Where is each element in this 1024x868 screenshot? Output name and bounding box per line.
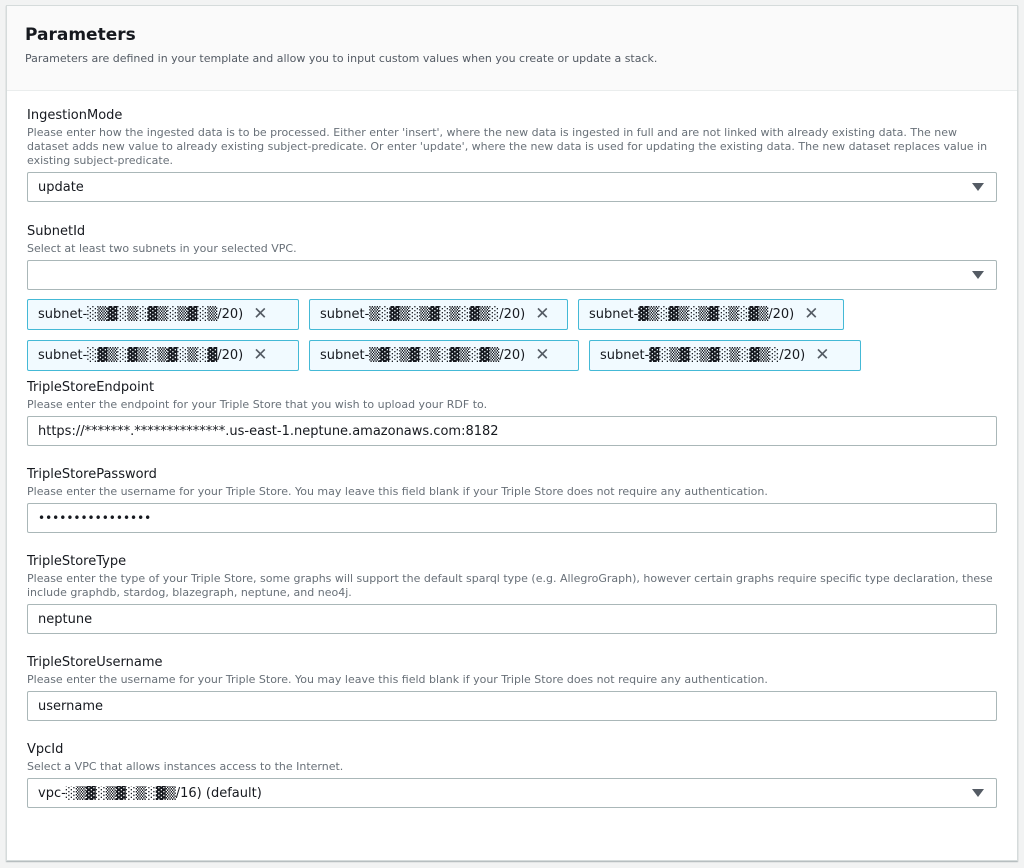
close-icon[interactable]: ✕ bbox=[535, 347, 549, 364]
field-label: SubnetId bbox=[27, 224, 86, 239]
field-vpc-id: VpcId Select a VPC that allows instances… bbox=[27, 741, 997, 808]
field-label: TripleStorePassword bbox=[27, 467, 157, 482]
subnet-token: subnet-▒░▓▒░▒▓░▒░▓▒░/20) ✕ bbox=[309, 299, 568, 330]
close-icon[interactable]: ✕ bbox=[253, 306, 267, 323]
field-triple-store-endpoint: TripleStoreEndpoint Please enter the end… bbox=[27, 379, 997, 446]
panel-title: Parameters bbox=[25, 25, 136, 45]
field-description: Select a VPC that allows instances acces… bbox=[27, 760, 344, 773]
caret-down-icon bbox=[972, 271, 984, 279]
token-label: subnet-▒▓░▒▓░▒░▓▒░▓▒/20) bbox=[320, 348, 526, 363]
close-icon[interactable]: ✕ bbox=[253, 347, 267, 364]
parameters-panel: Parameters Parameters are defined in you… bbox=[6, 5, 1018, 861]
field-label: TripleStoreType bbox=[27, 554, 127, 569]
field-triple-store-username: TripleStoreUsername Please enter the use… bbox=[27, 654, 997, 721]
field-ingestion-mode: IngestionMode Please enter how the inges… bbox=[27, 107, 997, 202]
token-label: subnet-▓░▒▓░▒▓░▒░▓▒░/20) bbox=[600, 348, 806, 363]
field-triple-store-password: TripleStorePassword Please enter the use… bbox=[27, 466, 997, 533]
subnet-token-list: subnet-░▒▓░▒░▓▒░▒▓░▒/20) ✕ subnet-▒░▓▒░▒… bbox=[27, 299, 1007, 381]
field-description: Please enter the type of your Triple Sto… bbox=[27, 572, 993, 599]
field-label: TripleStoreUsername bbox=[27, 655, 163, 670]
triple-store-endpoint-input[interactable]: https://*******.**************.us-east-1… bbox=[27, 416, 997, 446]
field-label: TripleStoreEndpoint bbox=[27, 380, 155, 395]
field-label: VpcId bbox=[27, 742, 64, 757]
subnet-token: subnet-░▒▓░▒░▓▒░▒▓░▒/20) ✕ bbox=[27, 299, 299, 330]
select-value: vpc-░▒▓░▒▓░▒░▓▒/16) (default) bbox=[38, 785, 262, 801]
triple-store-username-input[interactable]: username bbox=[27, 691, 997, 721]
input-value: neptune bbox=[38, 611, 93, 627]
token-label: subnet-▓▒░▓▒░▒▓░▒░▓▒/20) bbox=[589, 307, 795, 322]
panel-description: Parameters are defined in your template … bbox=[25, 52, 658, 65]
subnet-token: subnet-▓▒░▓▒░▒▓░▒░▓▒/20) ✕ bbox=[578, 299, 844, 330]
field-description: Please enter the username for your Tripl… bbox=[27, 673, 768, 686]
close-icon[interactable]: ✕ bbox=[535, 306, 549, 323]
field-triple-store-type: TripleStoreType Please enter the type of… bbox=[27, 553, 997, 634]
subnet-id-multiselect[interactable] bbox=[27, 260, 997, 290]
vpc-id-select[interactable]: vpc-░▒▓░▒▓░▒░▓▒/16) (default) bbox=[27, 778, 997, 808]
select-value: update bbox=[38, 179, 84, 195]
field-label: IngestionMode bbox=[27, 108, 123, 123]
caret-down-icon bbox=[972, 789, 984, 797]
field-description: Select at least two subnets in your sele… bbox=[27, 242, 297, 255]
input-value: •••••••••••••••• bbox=[38, 511, 152, 525]
panel-body: IngestionMode Please enter how the inges… bbox=[7, 91, 1017, 808]
close-icon[interactable]: ✕ bbox=[804, 306, 818, 323]
subnet-token: subnet-▓░▒▓░▒▓░▒░▓▒░/20) ✕ bbox=[589, 340, 861, 371]
input-value: username bbox=[38, 698, 103, 714]
field-description: Please enter the endpoint for your Tripl… bbox=[27, 398, 488, 411]
token-label: subnet-▒░▓▒░▒▓░▒░▓▒░/20) bbox=[320, 307, 526, 322]
field-description: Please enter how the ingested data is to… bbox=[27, 126, 988, 167]
input-value: https://*******.**************.us-east-1… bbox=[38, 423, 499, 439]
close-icon[interactable]: ✕ bbox=[815, 347, 829, 364]
triple-store-password-input[interactable]: •••••••••••••••• bbox=[27, 503, 997, 533]
triple-store-type-input[interactable]: neptune bbox=[27, 604, 997, 634]
subnet-token: subnet-░▓▒░▓▒░▒▓░▒░▓/20) ✕ bbox=[27, 340, 299, 371]
panel-header: Parameters Parameters are defined in you… bbox=[7, 6, 1017, 91]
field-description: Please enter the username for your Tripl… bbox=[27, 485, 768, 498]
token-label: subnet-░▒▓░▒░▓▒░▒▓░▒/20) bbox=[38, 307, 244, 322]
ingestion-mode-select[interactable]: update bbox=[27, 172, 997, 202]
subnet-token: subnet-▒▓░▒▓░▒░▓▒░▓▒/20) ✕ bbox=[309, 340, 579, 371]
field-subnet-id: SubnetId Select at least two subnets in … bbox=[27, 223, 997, 381]
token-label: subnet-░▓▒░▓▒░▒▓░▒░▓/20) bbox=[38, 348, 244, 363]
caret-down-icon bbox=[972, 183, 984, 191]
